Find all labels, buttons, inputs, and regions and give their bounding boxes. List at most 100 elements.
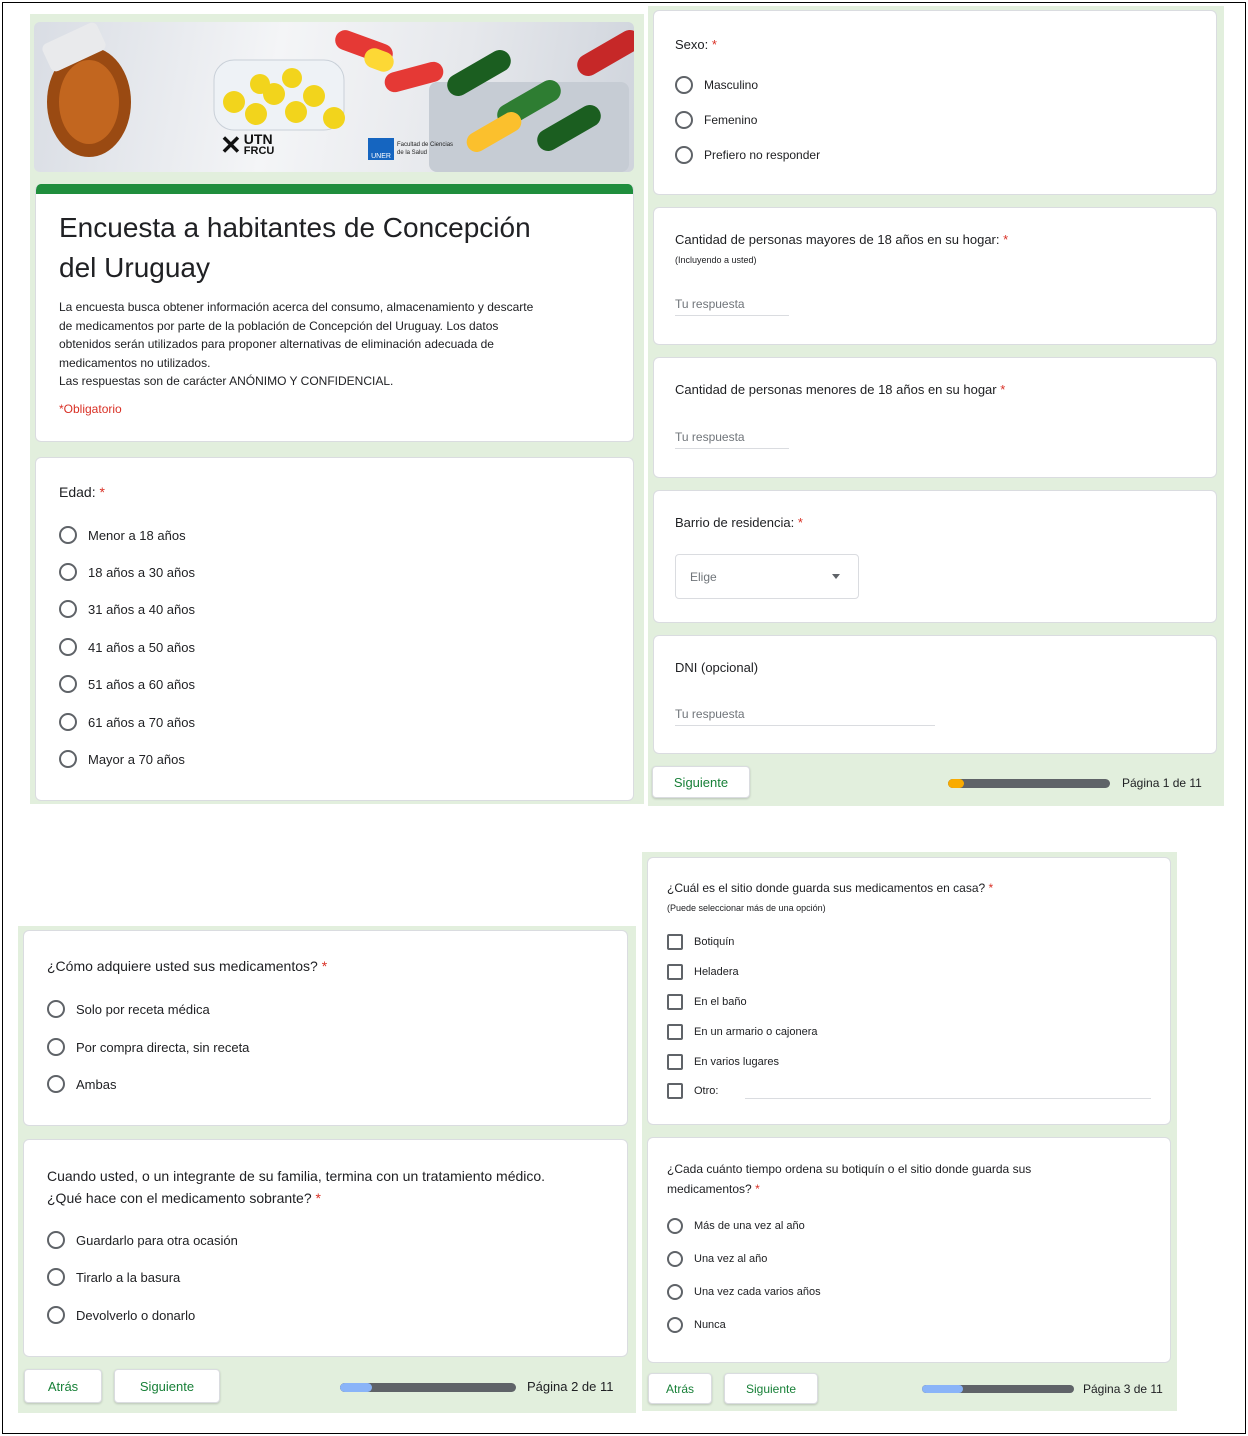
option-label: 41 años a 50 años [88, 639, 195, 655]
option-label: Solo por receta médica [76, 1001, 210, 1017]
desc-line-3: obtenidos serán utilizados para proponer… [59, 337, 494, 351]
required-asterisk: * [797, 515, 803, 530]
option-edad-6[interactable]: 61 años a 70 años [59, 713, 195, 731]
option-edad-3[interactable]: 31 años a 40 años [59, 600, 195, 618]
option-label: Menor a 18 años [88, 527, 186, 543]
radio-button[interactable] [59, 713, 77, 731]
utn-text: UTN [243, 131, 273, 147]
radio-button[interactable] [47, 1000, 65, 1018]
form-title-line1: Encuesta a habitantes de Concepción [59, 212, 531, 243]
radio-button[interactable] [675, 111, 693, 129]
dni-answer-input[interactable]: Tu respuesta [675, 707, 935, 726]
back-button[interactable]: Atrás [648, 1373, 712, 1404]
question-mayores-label: Cantidad de personas mayores de 18 años … [675, 232, 1000, 247]
checkbox[interactable] [667, 1024, 683, 1040]
radio-button[interactable] [667, 1284, 683, 1300]
progress-bar-page1 [948, 779, 1110, 788]
radio-button[interactable] [59, 675, 77, 693]
radio-button[interactable] [667, 1251, 683, 1267]
option-label: 51 años a 60 años [88, 676, 195, 692]
checkbox[interactable] [667, 1083, 683, 1099]
required-asterisk: * [988, 881, 994, 895]
next-button[interactable]: Siguiente [114, 1369, 220, 1403]
option-edad-1[interactable]: Menor a 18 años [59, 526, 186, 544]
radio-button[interactable] [59, 526, 77, 544]
option-ordena-1[interactable]: Más de una vez al año [667, 1218, 805, 1234]
question-ordena-line2: medicamentos? [667, 1182, 752, 1196]
next-button[interactable]: Siguiente [724, 1373, 818, 1404]
uner-badge: UNER [368, 138, 394, 160]
question-ordena-title: ¿Cada cuánto tiempo ordena su botiquín o… [667, 1159, 1031, 1199]
option-edad-7[interactable]: Mayor a 70 años [59, 750, 185, 768]
option-sitio-1[interactable]: Botiquín [667, 934, 734, 950]
radio-button[interactable] [47, 1075, 65, 1093]
option-label: 18 años a 30 años [88, 564, 195, 580]
option-edad-4[interactable]: 41 años a 50 años [59, 638, 195, 656]
option-sexo-2[interactable]: Femenino [675, 111, 757, 129]
option-sexo-3[interactable]: Prefiero no responder [675, 146, 820, 164]
checkbox[interactable] [667, 964, 683, 980]
progress-bar-fill [922, 1385, 964, 1393]
option-ordena-2[interactable]: Una vez al año [667, 1251, 767, 1267]
form-header-card: Encuesta a habitantes de Concepción del … [35, 184, 634, 442]
barrio-select-dropdown[interactable]: Elige [675, 554, 859, 599]
option-adquiere-1[interactable]: Solo por receta médica [47, 1000, 210, 1018]
back-button[interactable]: Atrás [24, 1369, 102, 1403]
option-sitio-2[interactable]: Heladera [667, 964, 739, 980]
question-edad-title: Edad: * [59, 484, 105, 500]
option-sobrante-3[interactable]: Devolverlo o donarlo [47, 1306, 195, 1324]
question-sobrante-card: Cuando usted, o un integrante de su fami… [23, 1139, 628, 1357]
option-ordena-3[interactable]: Una vez cada varios años [667, 1284, 821, 1300]
question-sitio-title: ¿Cuál es el sitio donde guarda sus medic… [667, 881, 993, 895]
progress-bar-page2 [340, 1383, 516, 1392]
utn-emblem-icon: ✕ [220, 130, 242, 160]
checkbox[interactable] [667, 994, 683, 1010]
checkbox[interactable] [667, 934, 683, 950]
option-sitio-6[interactable]: Otro: [667, 1083, 718, 1099]
radio-button[interactable] [675, 146, 693, 164]
radio-button[interactable] [47, 1268, 65, 1286]
radio-button[interactable] [47, 1306, 65, 1324]
option-adquiere-3[interactable]: Ambas [47, 1075, 116, 1093]
radio-button[interactable] [47, 1231, 65, 1249]
option-sitio-5[interactable]: En varios lugares [667, 1054, 779, 1070]
option-label: Mayor a 70 años [88, 751, 185, 767]
radio-button[interactable] [59, 750, 77, 768]
option-label: En varios lugares [694, 1056, 779, 1068]
question-mayores-subtitle: (Incluyendo a usted) [675, 255, 757, 265]
required-note: *Obligatorio [59, 402, 122, 416]
option-sobrante-1[interactable]: Guardarlo para otra ocasión [47, 1231, 238, 1249]
progress-bar-page3 [922, 1385, 1074, 1393]
option-sexo-1[interactable]: Masculino [675, 76, 758, 94]
radio-button[interactable] [675, 76, 693, 94]
option-sitio-4[interactable]: En un armario o cajonera [667, 1024, 818, 1040]
option-edad-2[interactable]: 18 años a 30 años [59, 563, 195, 581]
mayores-answer-input[interactable]: Tu respuesta [675, 297, 789, 316]
option-sobrante-2[interactable]: Tirarlo a la basura [47, 1268, 180, 1286]
option-adquiere-2[interactable]: Por compra directa, sin receta [47, 1038, 249, 1056]
question-ordena-card: ¿Cada cuánto tiempo ordena su botiquín o… [647, 1137, 1171, 1363]
desc-line-5: Las respuestas son de carácter ANÓNIMO Y… [59, 374, 394, 388]
radio-button[interactable] [667, 1317, 683, 1333]
radio-button[interactable] [59, 638, 77, 656]
checkbox[interactable] [667, 1054, 683, 1070]
question-menores-label: Cantidad de personas menores de 18 años … [675, 382, 997, 397]
progress-bar-fill [948, 779, 965, 788]
question-edad-label: Edad: [59, 484, 96, 500]
option-edad-5[interactable]: 51 años a 60 años [59, 675, 195, 693]
radio-button[interactable] [47, 1038, 65, 1056]
menores-answer-input[interactable]: Tu respuesta [675, 430, 789, 449]
radio-button[interactable] [59, 563, 77, 581]
otro-text-field[interactable] [745, 1098, 1151, 1099]
form-title-line2: del Uruguay [59, 252, 210, 283]
question-mayores-title: Cantidad de personas mayores de 18 años … [675, 232, 1008, 247]
option-label: Una vez cada varios años [694, 1286, 821, 1298]
dropdown-arrow-icon [832, 574, 840, 579]
option-ordena-4[interactable]: Nunca [667, 1317, 726, 1333]
header-accent-bar [36, 184, 633, 194]
radio-button[interactable] [667, 1218, 683, 1234]
option-label: En el baño [694, 996, 747, 1008]
option-sitio-3[interactable]: En el baño [667, 994, 747, 1010]
radio-button[interactable] [59, 600, 77, 618]
next-button[interactable]: Siguiente [652, 766, 750, 798]
